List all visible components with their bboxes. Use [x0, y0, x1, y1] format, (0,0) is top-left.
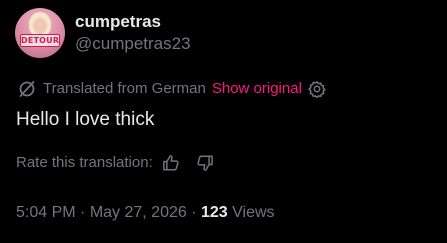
rate-translation-label: Rate this translation:	[16, 154, 153, 171]
show-original-link[interactable]: Show original	[212, 79, 302, 99]
meta-separator: ·	[75, 204, 90, 221]
author-handle[interactable]: @cumpetras23	[75, 33, 191, 55]
post-time[interactable]: 5:04 PM	[16, 204, 76, 221]
avatar[interactable]: DETOUR	[15, 8, 65, 58]
avatar-badge: DETOUR	[20, 34, 60, 47]
translation-notice: Translated from German Show original	[17, 79, 326, 99]
gear-icon[interactable]	[308, 80, 326, 99]
post-meta: 5:04 PM · May 27, 2026 · 123 Views	[16, 202, 275, 224]
post-date[interactable]: May 27, 2026	[90, 204, 187, 221]
author-row: DETOUR cumpetras @cumpetras23	[15, 8, 191, 58]
views-label: Views	[227, 204, 275, 221]
rate-translation: Rate this translation:	[16, 153, 214, 173]
thumbs-down-icon[interactable]	[196, 154, 214, 172]
post: DETOUR cumpetras @cumpetras23 Translated…	[0, 0, 447, 243]
author-names: cumpetras @cumpetras23	[75, 11, 191, 55]
thumbs-up-icon[interactable]	[162, 154, 180, 172]
translate-icon	[17, 79, 37, 99]
views-count[interactable]: 123	[201, 204, 228, 221]
post-text: Hello I love thick	[16, 109, 155, 130]
avatar-face	[33, 18, 47, 34]
author-display-name[interactable]: cumpetras	[75, 11, 191, 33]
meta-separator: ·	[186, 204, 201, 221]
translated-from-label: Translated from German	[43, 80, 206, 97]
